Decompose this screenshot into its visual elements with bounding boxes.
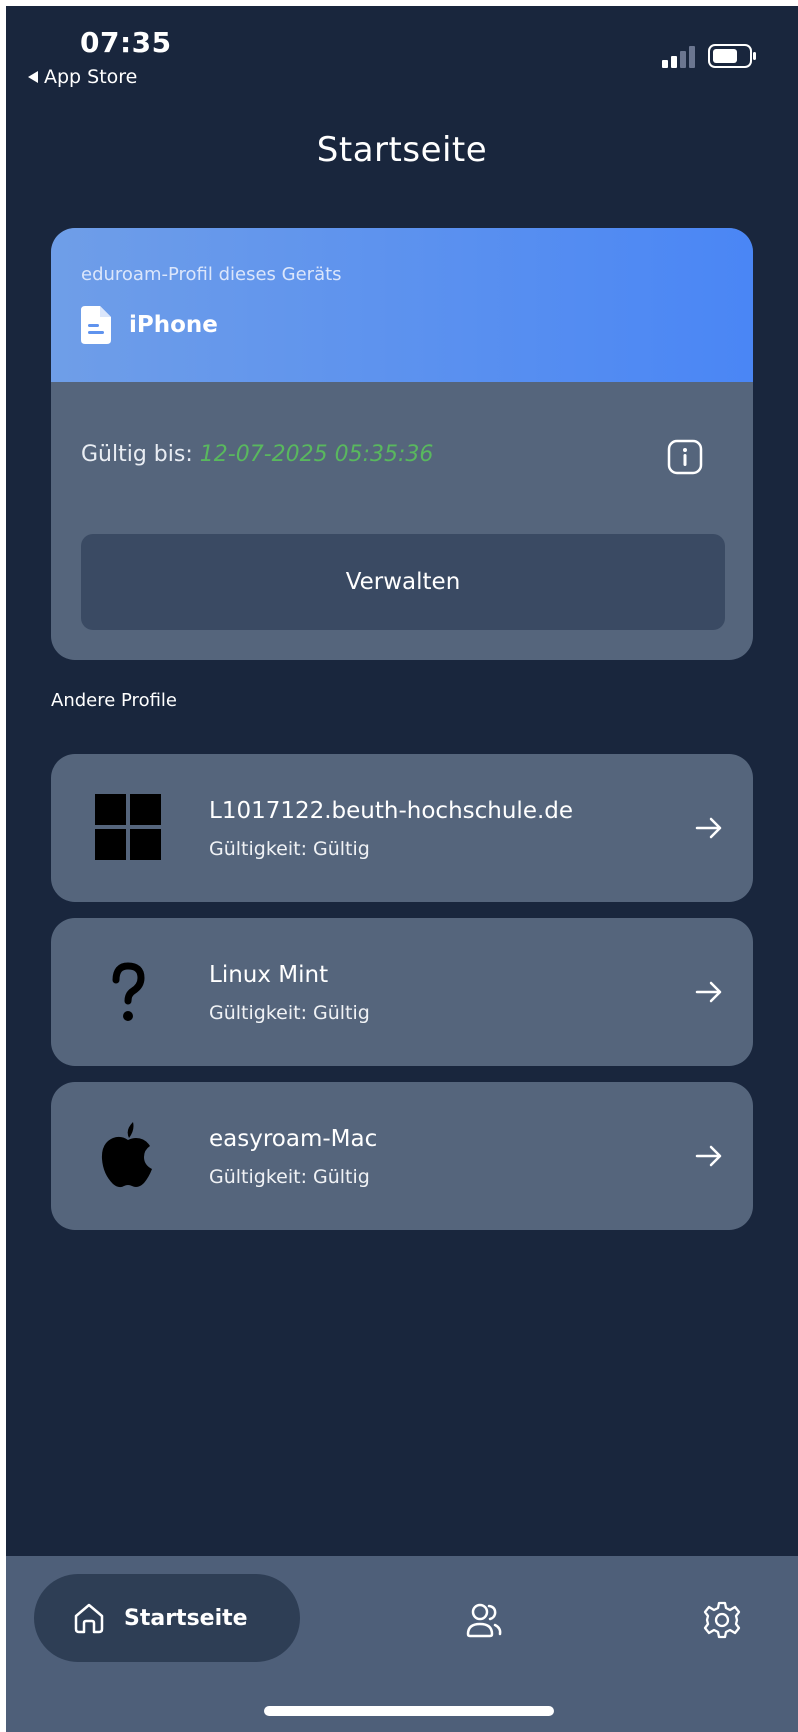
- gear-icon[interactable]: [702, 1600, 742, 1640]
- arrow-right-icon: [695, 981, 722, 1003]
- battery-icon: [708, 44, 756, 68]
- profile-item-mac[interactable]: easyroam-Mac Gültigkeit: Gültig: [51, 1082, 753, 1230]
- arrow-right-icon: [695, 1145, 722, 1167]
- device-profile-header: eduroam-Profil dieses Geräts iPhone: [51, 228, 753, 382]
- tab-home[interactable]: Startseite: [34, 1574, 300, 1662]
- profile-name: L1017122.beuth-hochschule.de: [209, 798, 574, 824]
- device-profile-card: eduroam-Profil dieses Geräts iPhone Gült…: [51, 228, 753, 660]
- cellular-signal-icon: [662, 46, 695, 68]
- profile-validity: Gültigkeit: Gültig: [209, 1166, 370, 1188]
- page-title: Startseite: [316, 130, 488, 170]
- info-icon[interactable]: [667, 439, 703, 475]
- profile-name: Linux Mint: [209, 962, 329, 988]
- app-screen: 07:35 App Store Startseite eduroam-Profi…: [6, 6, 798, 1732]
- device-name-row: iPhone: [81, 306, 218, 344]
- device-name: iPhone: [129, 312, 218, 338]
- profile-validity: Gültigkeit: Gültig: [209, 1002, 370, 1024]
- document-icon: [81, 306, 111, 344]
- back-to-app-store-link[interactable]: App Store: [28, 66, 137, 88]
- valid-until-date: 12-07-2025 05:35:36: [199, 442, 434, 467]
- home-icon: [74, 1603, 104, 1634]
- validity-row: Gültig bis: 12-07-2025 05:35:36: [81, 442, 433, 467]
- apple-icon: [101, 1122, 152, 1188]
- home-indicator: [264, 1706, 554, 1716]
- valid-until-label: Gültig bis:: [81, 442, 193, 467]
- device-profile-caption: eduroam-Profil dieses Geräts: [81, 264, 342, 285]
- bottom-tab-bar: Startseite: [6, 1556, 798, 1732]
- arrow-right-icon: [695, 817, 722, 839]
- back-label: App Store: [44, 66, 138, 88]
- back-triangle-icon: [28, 71, 38, 83]
- profile-validity: Gültigkeit: Gültig: [209, 838, 370, 860]
- tab-home-label: Startseite: [124, 1605, 248, 1631]
- profile-name: easyroam-Mac: [209, 1126, 378, 1152]
- status-time: 07:35: [80, 26, 172, 59]
- manage-button[interactable]: Verwalten: [81, 534, 725, 630]
- question-icon: [112, 962, 145, 1021]
- users-icon[interactable]: [464, 1600, 504, 1640]
- profile-item-linux-mint[interactable]: Linux Mint Gültigkeit: Gültig: [51, 918, 753, 1066]
- profile-item-windows[interactable]: L1017122.beuth-hochschule.de Gültigkeit:…: [51, 754, 753, 902]
- windows-icon: [95, 794, 161, 860]
- other-profiles-label: Andere Profile: [51, 690, 177, 711]
